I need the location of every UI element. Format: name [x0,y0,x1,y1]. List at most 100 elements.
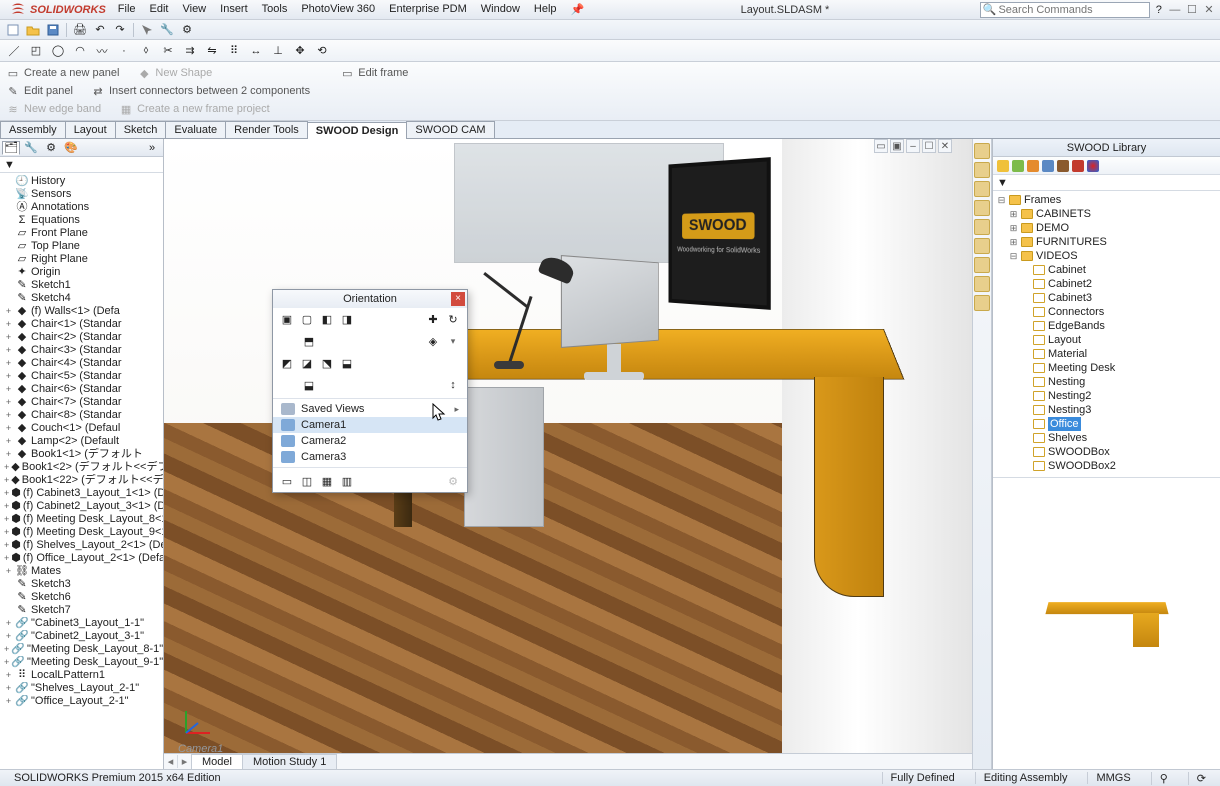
tree-node[interactable]: ✎ Sketch7 [0,604,163,617]
library-node[interactable]: ⊞ DEMO [997,221,1220,235]
qa-select-icon[interactable] [138,22,156,38]
tree-node[interactable]: + 🔗 "Meeting Desk_Layout_9-1" [0,656,163,669]
minimize-button[interactable]: — [1168,4,1182,16]
tree-node[interactable]: + 🔗 "Meeting Desk_Layout_8-1" [0,643,163,656]
tree-node[interactable]: ▱ Top Plane [0,240,163,253]
tree-node[interactable]: + ◆ Book1<22> (デフォルト<<デフォルト [0,474,163,487]
tab-swood-cam[interactable]: SWOOD CAM [406,121,494,138]
dimetric-view-icon[interactable]: ◪ [299,355,315,371]
link-viewports-icon[interactable]: ▥ [339,473,355,489]
trimetric-view-icon[interactable]: ⬔ [319,355,335,371]
library-node[interactable]: Layout [997,333,1220,347]
tree-node[interactable]: ✎ Sketch1 [0,279,163,292]
link-views-icon[interactable]: ↕ [445,377,461,393]
library-node[interactable]: Cabinet2 [997,277,1220,291]
library-node[interactable]: Connectors [997,305,1220,319]
menu-epdm[interactable]: Enterprise PDM [383,1,473,18]
left-view-icon[interactable]: ◧ [319,311,335,327]
tree-node[interactable]: + ◆ Book1<2> (デフォルト<<デフォルト [0,461,163,474]
menu-help[interactable]: Help [528,1,563,18]
view-selector-icon[interactable]: ◈ [425,333,441,349]
cmd-fillet-icon[interactable]: ⬨ [138,43,154,59]
cmd-relation-icon[interactable]: ⊥ [270,43,286,59]
library-node[interactable]: EdgeBands [997,319,1220,333]
menu-window[interactable]: Window [475,1,526,18]
tree-node[interactable]: 📡 Sensors [0,188,163,201]
expand-icon[interactable]: + [4,383,13,396]
tree-node[interactable]: + ◆ (f) Walls<1> (Defa [0,305,163,318]
cmd-corner-icon[interactable]: ◰ [28,43,44,59]
expand-icon[interactable]: + [4,656,9,669]
cmd-move-icon[interactable]: ✥ [292,43,308,59]
expand-icon[interactable]: + [4,461,9,474]
library-node[interactable]: Nesting3 [997,403,1220,417]
right-view-icon[interactable]: ◨ [339,311,355,327]
taskpane-viewpalette-icon[interactable] [974,200,990,216]
library-node[interactable]: Cabinet3 [997,291,1220,305]
menu-file[interactable]: File [112,1,142,18]
cmd-circle-icon[interactable]: ◯ [50,43,66,59]
four-viewport-icon[interactable]: ▦ [319,473,335,489]
tree-node[interactable]: + ◆ Couch<1> (Defaul [0,422,163,435]
tree-node[interactable]: + ◆ Chair<3> (Standar [0,344,163,357]
expand-icon[interactable]: + [4,643,9,656]
help-icon[interactable]: ? [1156,4,1162,16]
menu-view[interactable]: View [176,1,212,18]
taskpane-forum-icon[interactable] [974,295,990,311]
lib-tool-swoodbox-icon[interactable] [1072,160,1084,172]
tree-node[interactable]: + ◆ Chair<1> (Standar [0,318,163,331]
taskpane-fileexplorer-icon[interactable] [974,181,990,197]
library-node[interactable]: Nesting [997,375,1220,389]
status-units[interactable]: MMGS [1087,772,1138,784]
vp-min-icon[interactable]: – [906,139,920,153]
tree-node[interactable]: + ◆ Chair<2> (Standar [0,331,163,344]
feature-filter[interactable]: ▼ [0,157,163,173]
iso-view-icon[interactable]: ◩ [279,355,295,371]
qa-open-icon[interactable] [24,22,42,38]
qa-print-icon[interactable]: 🖨 [71,22,89,38]
lib-tool-panel-icon[interactable] [997,160,1009,172]
library-tree[interactable]: ⊟ Frames⊞ CABINETS⊞ DEMO⊞ FURNITURES⊟ VI… [993,191,1220,477]
tree-node[interactable]: ✎ Sketch4 [0,292,163,305]
expand-icon[interactable]: + [4,682,13,695]
expand-icon[interactable]: + [4,630,13,643]
orientation-close-button[interactable]: × [451,292,465,306]
cmd-dim-icon[interactable]: ↔ [248,43,264,59]
tree-node[interactable]: + ◆ Chair<8> (Standar [0,409,163,422]
bottom-view-icon[interactable]: ⬓ [301,377,317,393]
lib-tool-material-icon[interactable] [1012,160,1024,172]
tree-node[interactable]: + 🔗 "Shelves_Layout_2-1" [0,682,163,695]
expand-icon[interactable]: + [4,487,9,500]
cmd-spline-icon[interactable]: 〰 [94,43,110,59]
library-node[interactable]: Material [997,347,1220,361]
tree-node[interactable]: + ⬢ (f) Meeting Desk_Layout_9<1> ( [0,526,163,539]
expand-icon[interactable]: ⊞ [1009,221,1018,235]
swood-edit-frame[interactable]: ▭ Edit frame [340,66,408,80]
expand-icon[interactable]: + [4,448,13,461]
tree-node[interactable]: + 🔗 "Cabinet3_Layout_1-1" [0,617,163,630]
taskpane-resources-icon[interactable] [974,143,990,159]
fm-config-tab-icon[interactable]: ⚙ [42,141,60,155]
qa-undo-icon[interactable]: ↶ [91,22,109,38]
back-view-icon[interactable]: ▢ [299,311,315,327]
tree-node[interactable]: + 🔗 "Office_Layout_2-1" [0,695,163,708]
taskpane-epdm-icon[interactable] [974,257,990,273]
tree-node[interactable]: ✎ Sketch6 [0,591,163,604]
search-commands[interactable]: 🔍 [980,2,1150,18]
tab-assembly[interactable]: Assembly [0,121,66,138]
cmd-pattern-icon[interactable]: ⠿ [226,43,242,59]
cmd-line-icon[interactable]: ／ [6,43,22,59]
library-node[interactable]: Meeting Desk [997,361,1220,375]
tree-node[interactable]: ✎ Sketch3 [0,578,163,591]
tree-node[interactable]: + 🔗 "Cabinet2_Layout_3-1" [0,630,163,643]
next-tab-button[interactable]: ▸ [178,755,192,768]
library-node[interactable]: SWOODBox [997,445,1220,459]
orientation-title-bar[interactable]: Orientation × [273,290,467,308]
lib-tool-connector-icon[interactable] [1042,160,1054,172]
qa-redo-icon[interactable]: ↷ [111,22,129,38]
vp-hud-1-icon[interactable]: ▭ [874,139,888,153]
library-node[interactable]: SWOODBox2 [997,459,1220,473]
tab-layout[interactable]: Layout [65,121,116,138]
tree-node[interactable]: + ⬢ (f) Shelves_Layout_2<1> (Defaul [0,539,163,552]
tab-swood-design[interactable]: SWOOD Design [307,122,408,139]
